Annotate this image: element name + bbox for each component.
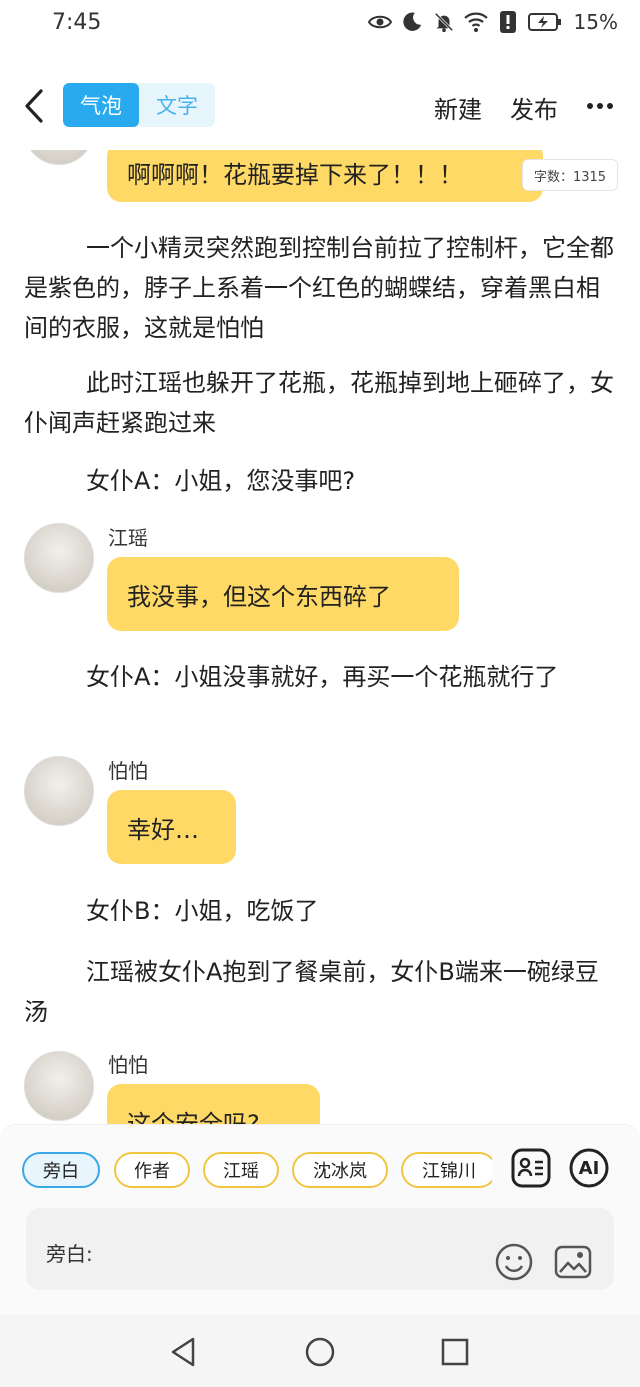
chevron-left-icon <box>25 89 43 123</box>
system-recents-button[interactable] <box>438 1335 472 1369</box>
top-nav: 气泡 文字 新建 发布 <box>0 70 640 142</box>
publish-button[interactable]: 发布 <box>510 90 558 125</box>
narration-text[interactable]: 一个小精灵突然跑到控制台前拉了控制杆，它全都是紫色的，脖子上系着一个红色的蝴蝶结… <box>24 228 620 348</box>
ai-button[interactable]: AI <box>568 1147 610 1189</box>
chat-bubble[interactable]: 这个安全吗? <box>107 1084 320 1125</box>
image-icon <box>554 1245 592 1279</box>
chat-bubble[interactable]: 幸好… <box>107 790 236 864</box>
input-panel: 旁白 作者 江瑶 沈冰岚 江锦川 AI 旁白: <box>0 1124 640 1324</box>
system-home-button[interactable] <box>303 1335 337 1369</box>
tab-text[interactable]: 文字 <box>139 83 215 127</box>
story-content: 啊啊啊！花瓶要掉下来了！！！ 字数：1315 一个小精灵突然跑到控制台前拉了控制… <box>0 150 640 1125</box>
wifi-icon <box>463 10 488 34</box>
moon-icon <box>400 10 424 34</box>
speaker-name: 怕怕 <box>108 759 148 783</box>
role-chip-shenbinglan[interactable]: 沈冰岚 <box>292 1152 388 1188</box>
emoji-button[interactable] <box>494 1242 534 1282</box>
chat-bubble[interactable]: 我没事，但这个东西碎了 <box>107 557 459 631</box>
bubble-text: 我没事，但这个东西碎了 <box>127 582 391 611</box>
word-count-text: 字数：1315 <box>533 169 607 185</box>
battery-percent: 15% <box>573 10 618 34</box>
back-button[interactable] <box>14 84 54 128</box>
mode-toggle: 气泡 文字 <box>63 83 215 127</box>
more-dots-icon <box>587 103 613 109</box>
smiley-icon <box>495 1243 533 1281</box>
role-chips: 旁白 作者 江瑶 沈冰岚 江锦川 <box>22 1152 492 1190</box>
bubble-text: 幸好… <box>127 815 199 844</box>
square-recents-icon <box>441 1338 469 1366</box>
tab-bubble[interactable]: 气泡 <box>63 83 139 127</box>
word-count-badge: 字数：1315 <box>522 159 618 191</box>
triangle-back-icon <box>171 1337 195 1367</box>
status-bar: 7:45 15% <box>0 0 640 52</box>
input-role-label: 旁白: <box>46 1242 93 1266</box>
narration-text[interactable]: 江瑶被女仆A抱到了餐桌前，女仆B端来一碗绿豆汤 <box>24 952 620 1032</box>
system-back-button[interactable] <box>166 1335 200 1369</box>
circle-home-icon <box>305 1337 335 1367</box>
status-time: 7:45 <box>52 10 102 35</box>
contact-card-icon <box>511 1148 551 1188</box>
narration-text[interactable]: 女仆A：小姐没事就好，再买一个花瓶就行了 <box>24 657 620 697</box>
avatar[interactable] <box>24 150 94 165</box>
narration-text[interactable]: 此时江瑶也躲开了花瓶，花瓶掉到地上砸碎了，女仆闻声赶紧跑过来 <box>24 363 620 443</box>
narration-text[interactable]: 女仆A：小姐，您没事吧? <box>24 461 620 501</box>
avatar[interactable] <box>24 1051 94 1121</box>
speaker-name: 怕怕 <box>108 1053 148 1077</box>
bubble-text: 啊啊啊！花瓶要掉下来了！！！ <box>127 160 463 189</box>
chat-bubble[interactable]: 啊啊啊！花瓶要掉下来了！！！ <box>107 150 543 202</box>
message-input[interactable]: 旁白: <box>26 1208 614 1290</box>
battery-charging-icon <box>527 10 562 34</box>
avatar[interactable] <box>24 523 94 593</box>
speaker-name: 江瑶 <box>108 526 148 550</box>
bell-off-icon <box>432 10 456 34</box>
narration-text[interactable]: 女仆B：小姐，吃饭了 <box>24 891 620 931</box>
image-button[interactable] <box>553 1242 593 1282</box>
status-icons: 15% <box>367 10 618 34</box>
role-chip-author[interactable]: 作者 <box>114 1152 190 1188</box>
bubble-text: 这个安全吗? <box>127 1109 260 1126</box>
eye-icon <box>367 10 392 34</box>
avatar[interactable] <box>24 756 94 826</box>
system-nav-bar <box>0 1315 640 1387</box>
new-button[interactable]: 新建 <box>434 90 482 125</box>
alert-icon <box>496 10 520 34</box>
role-manage-button[interactable] <box>510 1147 552 1189</box>
role-chip-jiangyao[interactable]: 江瑶 <box>203 1152 279 1188</box>
more-button[interactable] <box>582 88 618 124</box>
role-chip-jiangjinchuan[interactable]: 江锦川 <box>401 1152 492 1188</box>
role-chip-narrator[interactable]: 旁白 <box>22 1152 100 1188</box>
ai-label: AI <box>578 1157 600 1179</box>
